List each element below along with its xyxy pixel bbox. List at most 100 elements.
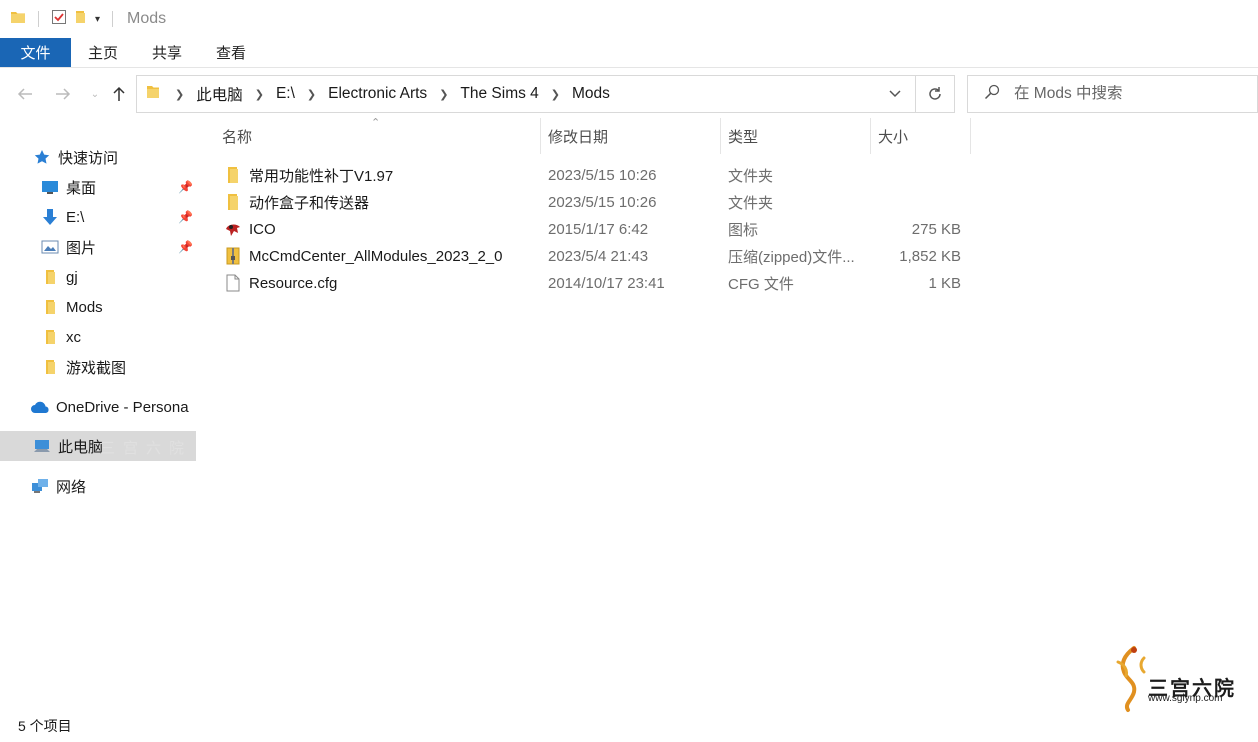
nav-this-pc[interactable]: 此电脑 三宫六院: [0, 431, 196, 461]
breadcrumb-the-sims-4[interactable]: The Sims 4: [460, 85, 538, 103]
file-row[interactable]: ICO 2015/1/17 6:42 图标 275 KB: [216, 216, 976, 243]
window-title: Mods: [127, 10, 167, 27]
navigation-pane: 快速访问 桌面 📌 E:\ 📌 图片 📌 gj Mods xc 游戏截图 One…: [0, 114, 200, 714]
file-row[interactable]: 动作盒子和传送器 2023/5/15 10:26 文件夹: [216, 189, 976, 216]
watermark-faint-text: 三宫六院: [100, 439, 193, 457]
download-arrow-icon: [40, 208, 60, 226]
folder-icon: [224, 166, 242, 184]
file-row[interactable]: 常用功能性补丁V1.97 2023/5/15 10:26 文件夹: [216, 162, 976, 189]
file-name: Resource.cfg: [249, 275, 338, 292]
blank-file-icon: [224, 274, 242, 292]
recent-locations-icon[interactable]: ⌄: [84, 82, 106, 106]
file-date: 2023/5/15 10:26: [548, 194, 657, 211]
tab-file[interactable]: 文件: [0, 38, 71, 67]
nav-item-mods[interactable]: Mods: [0, 292, 196, 322]
file-row[interactable]: McCmdCenter_AllModules_2023_2_0 2023/5/4…: [216, 243, 976, 270]
file-name: McCmdCenter_AllModules_2023_2_0: [249, 248, 503, 265]
nav-label: 快速访问: [58, 149, 119, 167]
pictures-icon: [40, 238, 60, 256]
file-name: 动作盒子和传送器: [249, 195, 370, 212]
refresh-icon[interactable]: [916, 75, 955, 113]
file-date: 2015/1/17 6:42: [548, 221, 649, 238]
desktop-icon: [40, 178, 60, 196]
new-folder-icon[interactable]: [73, 9, 89, 29]
column-header-size[interactable]: 大小: [871, 118, 971, 154]
divider: [38, 11, 39, 27]
search-input[interactable]: [1014, 85, 1244, 103]
cloud-icon: [30, 398, 50, 416]
status-item-count: 5 个项目: [18, 718, 72, 734]
nav-item-gj[interactable]: gj: [0, 262, 196, 292]
nav-item-xc[interactable]: xc: [0, 322, 196, 352]
nav-item-drive-e[interactable]: E:\ 📌: [0, 202, 196, 232]
star-icon: [32, 148, 52, 166]
file-date: 2023/5/4 21:43: [548, 248, 649, 265]
file-name: ICO: [249, 221, 276, 238]
nav-label: E:\: [66, 208, 85, 226]
nav-onedrive[interactable]: OneDrive - Persona: [0, 392, 196, 422]
breadcrumb-this-pc[interactable]: 此电脑: [196, 83, 243, 105]
properties-checkbox-icon[interactable]: [51, 9, 67, 29]
breadcrumb-drive-e[interactable]: E:\: [276, 85, 295, 103]
search-field[interactable]: [967, 75, 1258, 113]
tab-home[interactable]: 主页: [71, 38, 135, 67]
file-type: 图标: [728, 222, 759, 239]
breadcrumb-electronic-arts[interactable]: Electronic Arts: [328, 85, 427, 103]
pin-icon[interactable]: 📌: [178, 210, 193, 224]
address-bar[interactable]: ❯ 此电脑 ❯ E:\ ❯ Electronic Arts ❯ The Sims…: [136, 75, 916, 113]
folder-icon: [40, 268, 60, 286]
address-dropdown-icon[interactable]: [875, 76, 915, 112]
pin-icon[interactable]: 📌: [178, 180, 193, 194]
zip-file-icon: [224, 247, 242, 265]
chevron-right-icon[interactable]: ❯: [439, 88, 448, 101]
folder-icon: [40, 298, 60, 316]
nav-item-screenshots[interactable]: 游戏截图: [0, 352, 196, 382]
nav-quick-access[interactable]: 快速访问: [0, 142, 196, 172]
column-header-type[interactable]: 类型: [721, 118, 871, 154]
nav-label: gj: [66, 268, 78, 286]
forward-icon[interactable]: [52, 82, 74, 106]
nav-label: 此电脑: [58, 438, 104, 456]
title-bar: ▾ Mods: [0, 0, 1258, 38]
quick-access-toolbar: ▾ Mods: [10, 9, 166, 29]
file-type: 文件夹: [728, 195, 774, 212]
folder-icon: [10, 9, 26, 29]
column-header-name[interactable]: 名称: [215, 118, 541, 154]
pin-icon[interactable]: 📌: [178, 240, 193, 254]
tab-view[interactable]: 查看: [199, 38, 263, 67]
ribbon-tabs: 文件 主页 共享 查看: [0, 38, 1258, 68]
computer-icon: [32, 437, 52, 455]
address-row: ⌄ ❯ 此电脑 ❯ E:\ ❯ Electronic Arts ❯ The Si…: [0, 74, 1258, 114]
file-date: 2014/10/17 23:41: [548, 275, 665, 292]
divider: [112, 11, 114, 27]
column-header-date[interactable]: 修改日期: [541, 118, 721, 154]
nav-label: 图片: [66, 239, 97, 257]
nav-item-desktop[interactable]: 桌面 📌: [0, 172, 196, 202]
file-type: 压缩(zipped)文件...: [728, 249, 855, 266]
ico-file-icon: [224, 220, 242, 238]
network-icon: [30, 477, 50, 495]
nav-label: 网络: [56, 478, 87, 496]
chevron-right-icon[interactable]: ❯: [175, 88, 184, 101]
tab-share[interactable]: 共享: [135, 38, 199, 67]
up-icon[interactable]: [108, 82, 130, 106]
file-size: 1,852 KB: [899, 248, 961, 265]
breadcrumb-mods[interactable]: Mods: [572, 85, 610, 103]
chevron-right-icon[interactable]: ❯: [255, 88, 264, 101]
chevron-right-icon[interactable]: ❯: [307, 88, 316, 101]
folder-icon: [145, 84, 161, 104]
nav-item-pictures[interactable]: 图片 📌: [0, 232, 196, 262]
nav-label: xc: [66, 328, 81, 346]
folder-icon: [224, 193, 242, 211]
file-row[interactable]: Resource.cfg 2014/10/17 23:41 CFG 文件 1 K…: [216, 270, 976, 297]
file-name: 常用功能性补丁V1.97: [249, 168, 394, 185]
nav-label: OneDrive - Persona: [56, 398, 189, 416]
breadcrumb: ❯ 此电脑 ❯ E:\ ❯ Electronic Arts ❯ The Sims…: [137, 83, 875, 105]
folder-icon: [40, 358, 60, 376]
chevron-right-icon[interactable]: ❯: [551, 88, 560, 101]
folder-icon: [40, 328, 60, 346]
file-type: CFG 文件: [728, 276, 794, 293]
back-icon[interactable]: [14, 82, 36, 106]
nav-network[interactable]: 网络: [0, 471, 196, 501]
customize-dropdown-icon[interactable]: ▾: [95, 14, 100, 25]
